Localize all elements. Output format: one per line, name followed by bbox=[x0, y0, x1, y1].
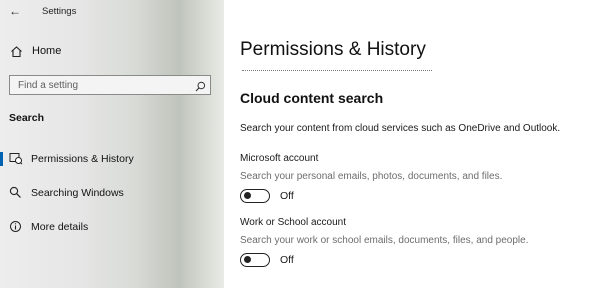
sidebar-item-label: Searching Windows bbox=[31, 187, 124, 199]
sidebar-item-label: More details bbox=[31, 221, 89, 233]
sidebar-item-label: Permissions & History bbox=[31, 153, 134, 165]
title-bar: ← Settings bbox=[0, 0, 224, 26]
microsoft-account-description: Search your personal emails, photos, doc… bbox=[240, 171, 503, 182]
work-school-account-description: Search your work or school emails, docum… bbox=[240, 235, 529, 246]
main-content: Permissions & History Cloud content sear… bbox=[224, 0, 600, 288]
search-icon[interactable] bbox=[195, 79, 206, 97]
back-arrow-icon[interactable]: ← bbox=[9, 4, 21, 18]
microsoft-account-toggle-row[interactable]: Off bbox=[240, 189, 360, 205]
page-title: Permissions & History bbox=[240, 39, 426, 60]
microsoft-account-toggle[interactable] bbox=[240, 189, 270, 203]
sidebar-section-heading: Search bbox=[9, 112, 45, 124]
work-school-account-toggle[interactable] bbox=[240, 253, 270, 267]
sidebar: ← Settings Home Search Permission bbox=[0, 0, 224, 288]
work-school-account-label: Work or School account bbox=[240, 217, 346, 228]
toggle-state-label: Off bbox=[280, 190, 294, 202]
toggle-state-label: Off bbox=[280, 254, 294, 266]
section-description: Search your content from cloud services … bbox=[240, 123, 561, 134]
work-school-account-toggle-row[interactable]: Off bbox=[240, 253, 360, 269]
home-label: Home bbox=[32, 45, 62, 57]
section-title: Cloud content search bbox=[240, 90, 384, 106]
home-icon bbox=[10, 45, 23, 63]
scroll-divider bbox=[242, 66, 432, 71]
sidebar-item-permissions-history[interactable]: Permissions & History bbox=[0, 147, 224, 171]
info-icon bbox=[9, 220, 22, 238]
search-icon bbox=[9, 186, 22, 204]
find-setting-search[interactable] bbox=[9, 75, 211, 95]
toggle-knob bbox=[244, 256, 251, 263]
sidebar-item-searching-windows[interactable]: Searching Windows bbox=[0, 181, 224, 205]
sidebar-item-home[interactable]: Home bbox=[0, 40, 224, 64]
search-input[interactable] bbox=[10, 76, 194, 94]
permissions-icon bbox=[9, 152, 23, 170]
toggle-knob bbox=[244, 192, 251, 199]
microsoft-account-label: Microsoft account bbox=[240, 153, 319, 164]
app-title: Settings bbox=[42, 6, 77, 17]
sidebar-item-more-details[interactable]: More details bbox=[0, 215, 224, 239]
